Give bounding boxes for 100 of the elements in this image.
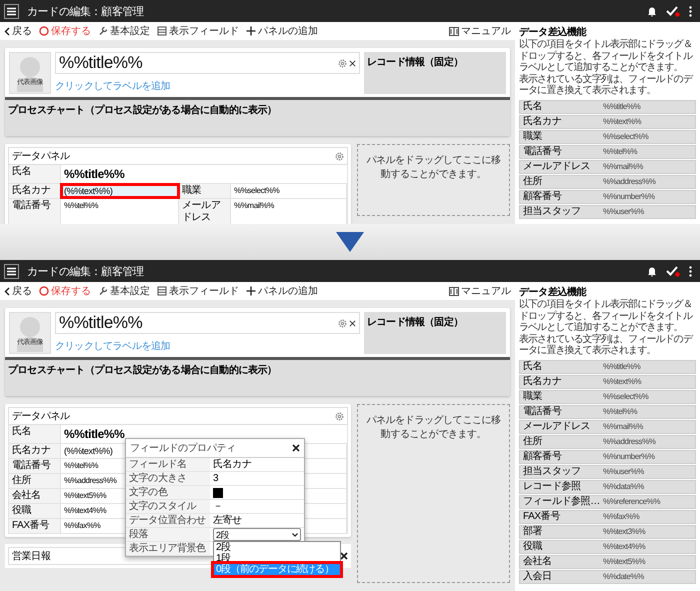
process-chart-panel: プロセスチャート（プロセス設定がある場合に自動的に表示）: [5, 97, 510, 136]
field-label: FAX番号: [9, 519, 61, 533]
sidebar-title: データ差込機能: [519, 286, 588, 298]
description-text: 表示されている文字列は、フィールドのデータに置き換えて表示されます。: [519, 334, 694, 356]
plus-icon: [246, 286, 256, 296]
gear-icon[interactable]: [335, 412, 344, 420]
field-chip[interactable]: FAX番号 %%fax%%: [519, 510, 696, 524]
description-text: 表示されている文字列は、フィールドのデータに置き換えて表示されます。: [519, 74, 694, 96]
field-chip[interactable]: メールアドレス %%mail%%: [519, 160, 696, 174]
dropdown-option[interactable]: 2段: [214, 542, 340, 553]
field-chip[interactable]: メールアドレス %%mail%%: [519, 420, 696, 434]
bell-icon[interactable]: [647, 266, 657, 276]
plus-icon: [246, 26, 256, 36]
field-chip[interactable]: 住所 %%address%%: [519, 174, 696, 188]
field-chip[interactable]: 顧客番号 %%number%%: [519, 450, 696, 464]
field-label: 電話番号: [9, 199, 61, 224]
panel-title: データパネル: [12, 150, 71, 163]
toolbar-button[interactable]: 表示フィールド: [157, 284, 239, 298]
field-value[interactable]: %%select%%: [231, 184, 347, 198]
color-swatch[interactable]: [213, 488, 223, 498]
field-chip[interactable]: 職業 %%select%%: [519, 130, 696, 144]
close-icon[interactable]: [349, 60, 356, 66]
close-icon[interactable]: [349, 320, 356, 326]
toolbar-button[interactable]: 戻る: [4, 24, 32, 38]
field-chip[interactable]: 電話番号 %%tel%%: [519, 144, 696, 158]
property-label: データ位置合わせ: [126, 514, 210, 527]
toolbar-button[interactable]: 保存する: [39, 24, 91, 38]
field-chip[interactable]: 部署 %%text3%%: [519, 524, 696, 538]
field-chip[interactable]: フィールド参照… %%reference%%: [519, 494, 696, 508]
menu-icon[interactable]: [4, 264, 19, 278]
add-label-link[interactable]: クリックしてラベルを追加: [55, 339, 360, 353]
sidebar-title: データ差込機能: [519, 26, 588, 38]
field-chip[interactable]: 住所 %%address%%: [519, 434, 696, 448]
window-title: カードの編集：顧客管理: [27, 4, 144, 18]
wrench-icon: [98, 286, 108, 296]
title-field[interactable]: %%title%%: [55, 52, 360, 74]
field-label: 住所: [9, 474, 61, 488]
field-chip[interactable]: レコード参照 %%data%%: [519, 480, 696, 494]
toolbar-button[interactable]: 基本設定: [98, 284, 150, 298]
chevron-left-icon: [4, 286, 10, 296]
more-vert-icon[interactable]: [689, 6, 692, 16]
toolbar-button[interactable]: パネルの追加: [246, 284, 318, 298]
field-label: 氏名カナ: [9, 184, 61, 198]
menu-icon[interactable]: [4, 4, 19, 18]
drop-zone: パネルをドラッグしてここに移動することができます。: [357, 144, 510, 216]
toolbar-button[interactable]: パネルの追加: [246, 24, 318, 38]
toolbar-button[interactable]: 表示フィールド: [157, 24, 239, 38]
field-chip[interactable]: 役職 %%text4%%: [519, 540, 696, 554]
property-value: 3: [212, 472, 220, 485]
chevron-left-icon: [4, 26, 10, 36]
field-chip[interactable]: 氏名カナ %%text%%: [519, 114, 696, 128]
field-chip[interactable]: 氏名 %%title%%: [519, 100, 696, 114]
title-field[interactable]: %%title%%: [55, 312, 360, 334]
property-label: 文字の大きさ: [126, 472, 210, 485]
checkmark-icon[interactable]: [666, 266, 680, 276]
record-info-panel: レコード情報（固定）: [364, 312, 506, 354]
process-chart-panel: プロセスチャート（プロセス設定がある場合に自動的に表示）: [5, 357, 510, 396]
field-value[interactable]: (%%text%%): [61, 184, 179, 198]
property-label: フィールド名: [126, 458, 210, 471]
field-label: 役職: [9, 504, 61, 518]
property-label: 表示エリア背景色: [126, 542, 210, 555]
toolbar-button[interactable]: 基本設定: [98, 24, 150, 38]
field-chip[interactable]: 入会日 %%date%%: [519, 570, 696, 584]
field-chip[interactable]: 電話番号 %%tel%%: [519, 404, 696, 418]
field-chip[interactable]: 担当スタッフ %%user%%: [519, 204, 696, 218]
field-chip[interactable]: 顧客番号 %%number%%: [519, 190, 696, 204]
checkmark-icon[interactable]: [666, 6, 680, 16]
toolbar-button[interactable]: 保存する: [39, 284, 91, 298]
circle-icon: [39, 26, 49, 36]
select-field[interactable]: 2段: [213, 528, 301, 541]
field-chip[interactable]: 氏名 %%title%%: [519, 360, 696, 374]
field-chip[interactable]: 会社名 %%text5%%: [519, 554, 696, 568]
book-icon: [449, 286, 459, 296]
panel-title: データパネル: [12, 410, 71, 423]
field-label: 会社名: [9, 489, 61, 503]
more-vert-icon[interactable]: [689, 266, 692, 276]
list-icon: [157, 286, 167, 296]
field-chip[interactable]: 職業 %%select%%: [519, 390, 696, 404]
field-label: 電話番号: [9, 459, 61, 473]
field-chip[interactable]: 氏名カナ %%text%%: [519, 374, 696, 388]
description-text: 以下の項目をタイトル表示部にドラッグ＆ドロップすると、各フィールドをタイトルラベルとして追加することができます。: [519, 39, 694, 74]
bell-icon[interactable]: [647, 6, 657, 16]
close-icon[interactable]: [292, 444, 300, 452]
add-label-link[interactable]: クリックしてラベルを追加: [55, 79, 360, 93]
property-value: 左寄せ: [212, 514, 243, 527]
gear-icon[interactable]: [335, 152, 344, 160]
drop-zone: パネルをドラッグしてここに移動することができます。: [357, 404, 510, 583]
circle-icon: [39, 286, 49, 296]
field-chip[interactable]: 担当スタッフ %%user%%: [519, 464, 696, 478]
window-title: カードの編集：顧客管理: [27, 264, 144, 278]
record-info-panel: レコード情報（固定）: [364, 52, 506, 94]
manual-link[interactable]: マニュアル: [449, 24, 511, 38]
field-label: 職業: [179, 184, 231, 198]
toolbar-button[interactable]: 戻る: [4, 284, 32, 298]
field-label: メールアドレス: [179, 199, 231, 224]
field-label: 氏名カナ: [9, 444, 61, 458]
property-label: 段落: [126, 528, 210, 541]
close-icon[interactable]: [340, 552, 348, 560]
property-label: 文字のスタイル: [126, 500, 210, 513]
manual-link[interactable]: マニュアル: [449, 284, 511, 298]
